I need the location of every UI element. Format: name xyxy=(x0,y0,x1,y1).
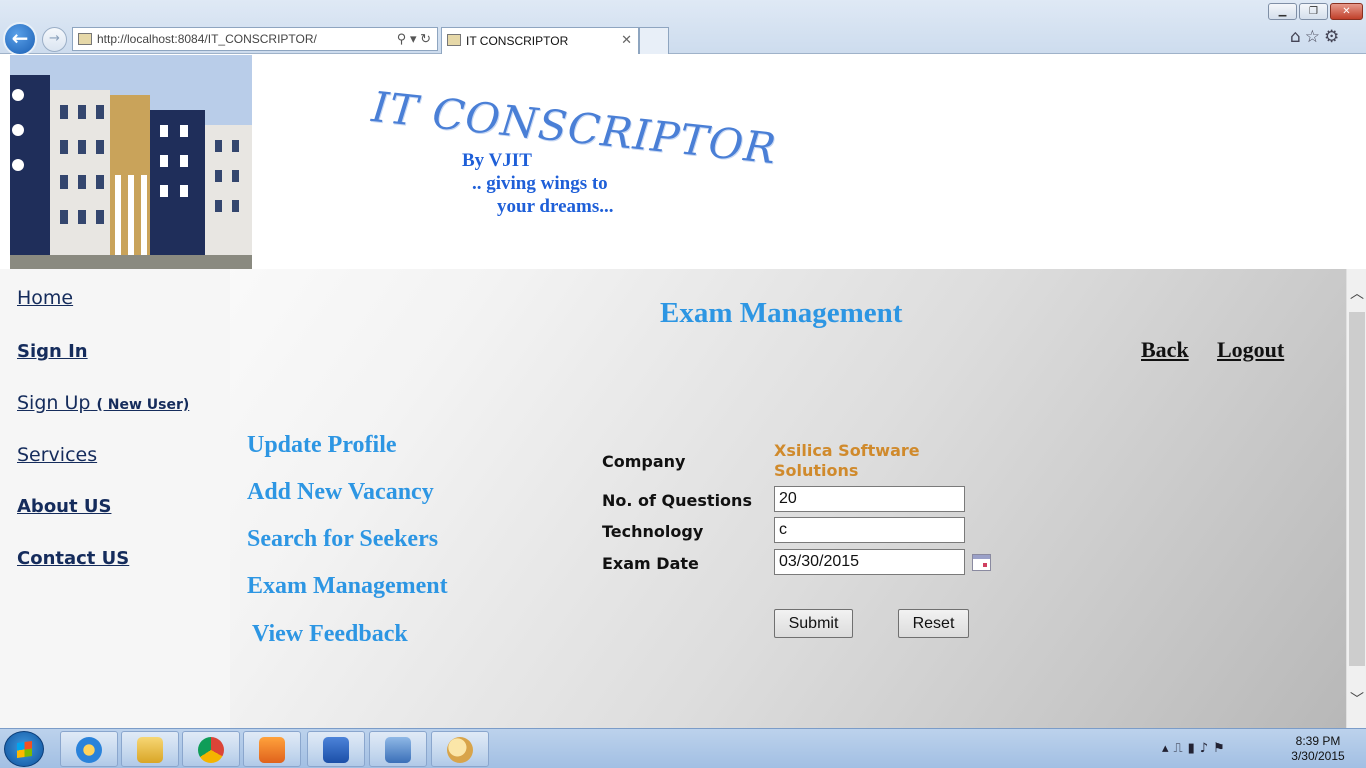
volume-icon[interactable]: ♪ xyxy=(1200,741,1213,756)
menu-exam-management[interactable]: Exam Management xyxy=(247,573,448,600)
folder-icon xyxy=(137,737,163,763)
scroll-up-icon[interactable]: ︿ xyxy=(1347,283,1366,303)
taskbar-file-explorer[interactable] xyxy=(121,731,179,767)
address-bar-icons[interactable]: ⚲ ▾ ↻ xyxy=(397,31,431,47)
chrome-icon xyxy=(198,737,224,763)
network-signal-icon[interactable]: ▮ xyxy=(1188,741,1200,756)
home-icon[interactable]: ⌂ xyxy=(1290,27,1305,47)
address-url[interactable]: http://localhost:8084/IT_CONSCRIPTOR/ xyxy=(97,32,317,46)
sidebar: Home Sign In Sign Up ( New User) Service… xyxy=(0,269,230,728)
scroll-thumb[interactable] xyxy=(1349,312,1365,666)
tab-it-conscriptor[interactable]: IT CONSCRIPTOR ✕ xyxy=(441,27,639,54)
action-center-flag-icon[interactable]: ⚑ xyxy=(1213,741,1230,756)
settings-gear-icon[interactable]: ⚙ xyxy=(1324,27,1343,47)
sidebar-item-services[interactable]: Services xyxy=(17,444,97,466)
minimize-button[interactable]: ▁ xyxy=(1268,3,1297,20)
maximize-button[interactable]: ❐ xyxy=(1299,3,1328,20)
search-icon[interactable]: ⚲ xyxy=(397,31,407,46)
menu-search-for-seekers[interactable]: Search for Seekers xyxy=(247,526,438,553)
taskbar-media-player[interactable] xyxy=(243,731,301,767)
submit-button[interactable]: Submit xyxy=(774,609,853,638)
new-tab-button[interactable] xyxy=(639,27,669,54)
taskbar-virtualbox[interactable] xyxy=(369,731,427,767)
exam-date-input[interactable] xyxy=(774,549,965,575)
internet-explorer-icon xyxy=(76,737,102,763)
site-logo-text: IT CONSCRIPTOR xyxy=(369,82,780,174)
vertical-scrollbar[interactable]: ︿ ﹀ xyxy=(1346,269,1366,728)
page-header: IT CONSCRIPTOR By VJIT .. giving wings t… xyxy=(0,54,1366,269)
menu-view-feedback[interactable]: View Feedback xyxy=(252,621,408,648)
system-clock[interactable]: 8:39 PM 3/30/2015 xyxy=(1284,734,1352,764)
sidebar-item-home[interactable]: Home xyxy=(17,287,73,309)
technology-input[interactable] xyxy=(774,517,965,543)
clock-time: 8:39 PM xyxy=(1295,734,1341,748)
page-title: Exam Management xyxy=(660,297,903,329)
new-user-note: ( New User) xyxy=(96,397,190,413)
sidebar-item-sign-in[interactable]: Sign In xyxy=(17,341,88,362)
start-button[interactable] xyxy=(4,731,44,767)
tagline-line-3: your dreams... xyxy=(497,196,614,217)
browser-chrome: ▁ ❐ ✕ ← → http://localhost:8084/IT_CONSC… xyxy=(0,0,1366,56)
sidebar-item-sign-up[interactable]: Sign Up ( New User) xyxy=(17,392,189,414)
virtualbox-icon xyxy=(385,737,411,763)
tagline-line-1: By VJIT xyxy=(462,150,532,171)
taskbar-paint[interactable] xyxy=(431,731,489,767)
usb-device-icon[interactable]: ⎍ xyxy=(1174,741,1188,756)
show-hidden-icons-icon[interactable]: ▴ xyxy=(1162,741,1174,756)
clock-date: 3/30/2015 xyxy=(1291,749,1345,763)
scroll-down-icon[interactable]: ﹀ xyxy=(1347,689,1366,709)
main-content: Home Sign In Sign Up ( New User) Service… xyxy=(0,269,1346,728)
taskbar-word[interactable] xyxy=(307,731,365,767)
menu-update-profile[interactable]: Update Profile xyxy=(247,432,397,459)
calendar-icon[interactable] xyxy=(972,554,991,571)
paint-icon xyxy=(447,737,473,763)
back-link[interactable]: Back xyxy=(1141,337,1189,363)
reset-button[interactable]: Reset xyxy=(898,609,969,638)
college-building-image xyxy=(10,55,252,269)
tab-favicon-icon xyxy=(447,34,461,46)
questions-input[interactable] xyxy=(774,486,965,512)
taskbar-chrome[interactable] xyxy=(182,731,240,767)
dropdown-arrow-icon[interactable]: ▾ xyxy=(410,31,417,46)
forward-arrow-icon[interactable]: → xyxy=(42,27,67,52)
technology-label: Technology xyxy=(602,522,704,541)
sidebar-item-sign-up-label[interactable]: Sign Up xyxy=(17,392,90,414)
close-button[interactable]: ✕ xyxy=(1330,3,1363,20)
system-tray: ▴⎍▮♪⚑ xyxy=(1162,741,1230,756)
company-label: Company xyxy=(602,452,686,471)
menu-add-new-vacancy[interactable]: Add New Vacancy xyxy=(247,479,434,506)
favorites-star-icon[interactable]: ☆ xyxy=(1305,27,1324,47)
questions-label: No. of Questions xyxy=(602,491,752,510)
page-favicon-icon xyxy=(78,33,92,45)
word-icon xyxy=(323,737,349,763)
address-bar[interactable]: http://localhost:8084/IT_CONSCRIPTOR/ ⚲ … xyxy=(72,27,438,51)
tab-close-icon[interactable]: ✕ xyxy=(621,32,632,48)
taskbar-internet-explorer[interactable] xyxy=(60,731,118,767)
exam-date-label: Exam Date xyxy=(602,554,699,573)
company-value: Xsilica Software Solutions xyxy=(774,441,920,480)
windows-taskbar: ▴⎍▮♪⚑ 8:39 PM 3/30/2015 xyxy=(0,728,1366,768)
back-arrow-icon[interactable]: ← xyxy=(3,22,37,56)
sidebar-item-about-us[interactable]: About US xyxy=(17,496,111,517)
tagline-line-2: .. giving wings to xyxy=(472,173,608,194)
sidebar-item-contact-us[interactable]: Contact US xyxy=(17,548,129,569)
refresh-icon[interactable]: ↻ xyxy=(420,31,431,46)
browser-toolbar-icons: ⌂☆⚙ xyxy=(1290,27,1343,47)
logout-link[interactable]: Logout xyxy=(1217,337,1284,363)
tab-title: IT CONSCRIPTOR xyxy=(466,34,569,48)
media-player-icon xyxy=(259,737,285,763)
